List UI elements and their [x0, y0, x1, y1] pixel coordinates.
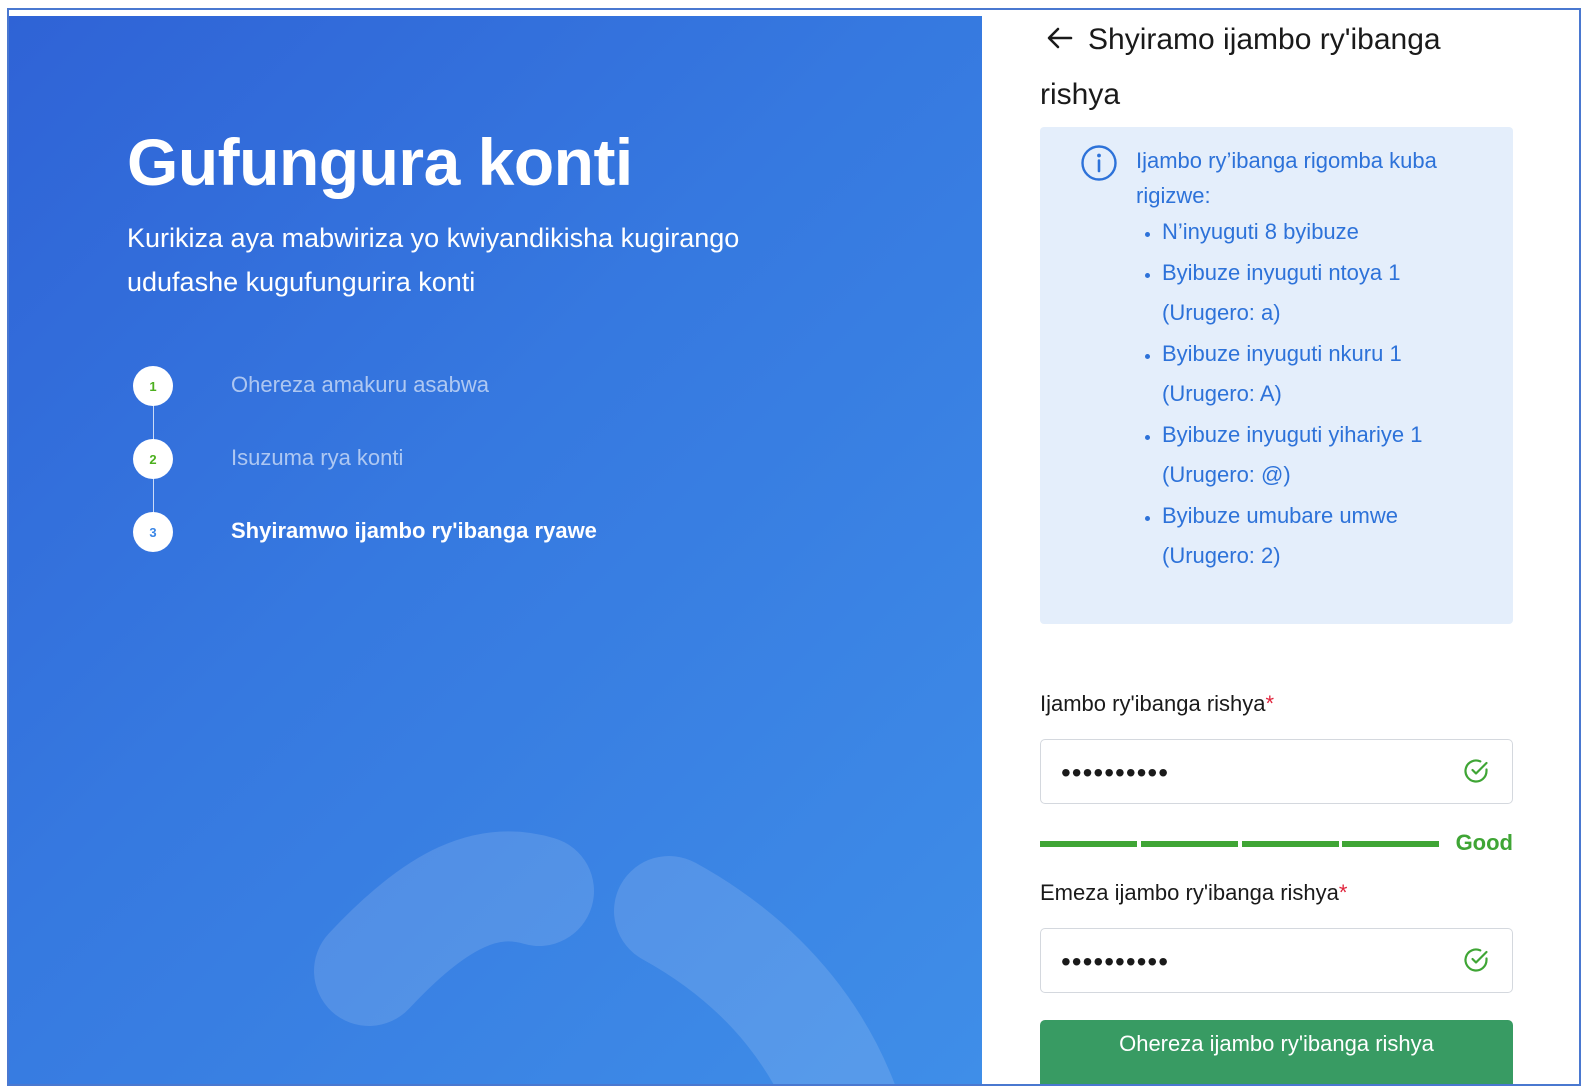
- check-circle-icon: [1462, 946, 1490, 974]
- step-2: 2 Isuzuma rya konti: [133, 439, 833, 479]
- strength-label: Good: [1455, 830, 1513, 855]
- new-password-label: Ijambo ry'ibanga rishya*: [1040, 691, 1275, 716]
- step-number-badge: 2: [133, 439, 173, 479]
- required-mark: *: [1338, 880, 1348, 905]
- step-number-badge: 1: [133, 366, 173, 406]
- page-subtitle: Kurikiza aya mabwiriza yo kwiyandikisha …: [127, 223, 740, 297]
- confirm-password-input[interactable]: ••••••••••: [1040, 928, 1513, 993]
- confirm-password-label: Emeza ijambo ry'ibanga rishya*: [1040, 880, 1348, 905]
- strength-segment: [1242, 841, 1339, 847]
- step-1: 1 Ohereza amakuru asabwa: [133, 366, 833, 406]
- rule-special-char: Byibuze inyuguti yihariye 1 (Urugero: @): [1162, 415, 1492, 496]
- step-label: Isuzuma rya konti: [231, 445, 404, 470]
- new-password-input[interactable]: ••••••••••: [1040, 739, 1513, 804]
- step-label: Shyiramwo ijambo ry'ibanga ryawe: [231, 518, 597, 543]
- required-mark: *: [1265, 691, 1275, 716]
- info-icon: [1080, 144, 1118, 182]
- strength-segment: [1040, 841, 1137, 847]
- progress-steps: 1 Ohereza amakuru asabwa 2 Isuzuma rya k…: [133, 356, 833, 576]
- arrow-left-icon[interactable]: [1044, 22, 1076, 54]
- strength-segment: [1141, 841, 1238, 847]
- hero-panel: Gufungura konti Kurikiza aya mabwiriza y…: [9, 16, 982, 1084]
- password-rules-box: Ijambo ry’ibanga rigomba kuba rigizwe: N…: [1040, 127, 1513, 624]
- step-3: 3 Shyiramwo ijambo ry'ibanga ryawe: [133, 512, 833, 552]
- page-title: Gufungura konti: [127, 125, 633, 199]
- check-circle-icon: [1462, 757, 1490, 785]
- new-password-value: ••••••••••: [1061, 757, 1170, 788]
- rule-uppercase: Byibuze inyuguti nkuru 1 (Urugero: A): [1162, 334, 1492, 415]
- step-label: Ohereza amakuru asabwa: [231, 372, 490, 397]
- password-strength-meter: Good: [1040, 830, 1513, 860]
- rule-min-length: N’inyuguti 8 byibuze: [1162, 212, 1492, 253]
- password-form-panel: Shyiramo ijambo ry'ibanga rishya Ijambo …: [982, 10, 1579, 1084]
- app-window: Gufungura konti Kurikiza aya mabwiriza y…: [7, 8, 1581, 1086]
- rule-number: Byibuze umubare umwe (Urugero: 2): [1162, 496, 1492, 577]
- submit-password-button[interactable]: Ohereza ijambo ry'ibanga rishya: [1040, 1020, 1513, 1084]
- strength-segment: [1342, 841, 1439, 847]
- rules-heading: Ijambo ry’ibanga rigomba kuba rigizwe:: [1136, 148, 1437, 208]
- rules-list: N’inyuguti 8 byibuze Byibuze inyuguti nt…: [1136, 212, 1492, 577]
- rule-lowercase: Byibuze inyuguti ntoya 1 (Urugero: a): [1162, 253, 1492, 334]
- confirm-password-value: ••••••••••: [1061, 946, 1170, 977]
- step-number-badge: 3: [133, 512, 173, 552]
- form-title: Shyiramo ijambo ry'ibanga rishya: [1040, 23, 1441, 111]
